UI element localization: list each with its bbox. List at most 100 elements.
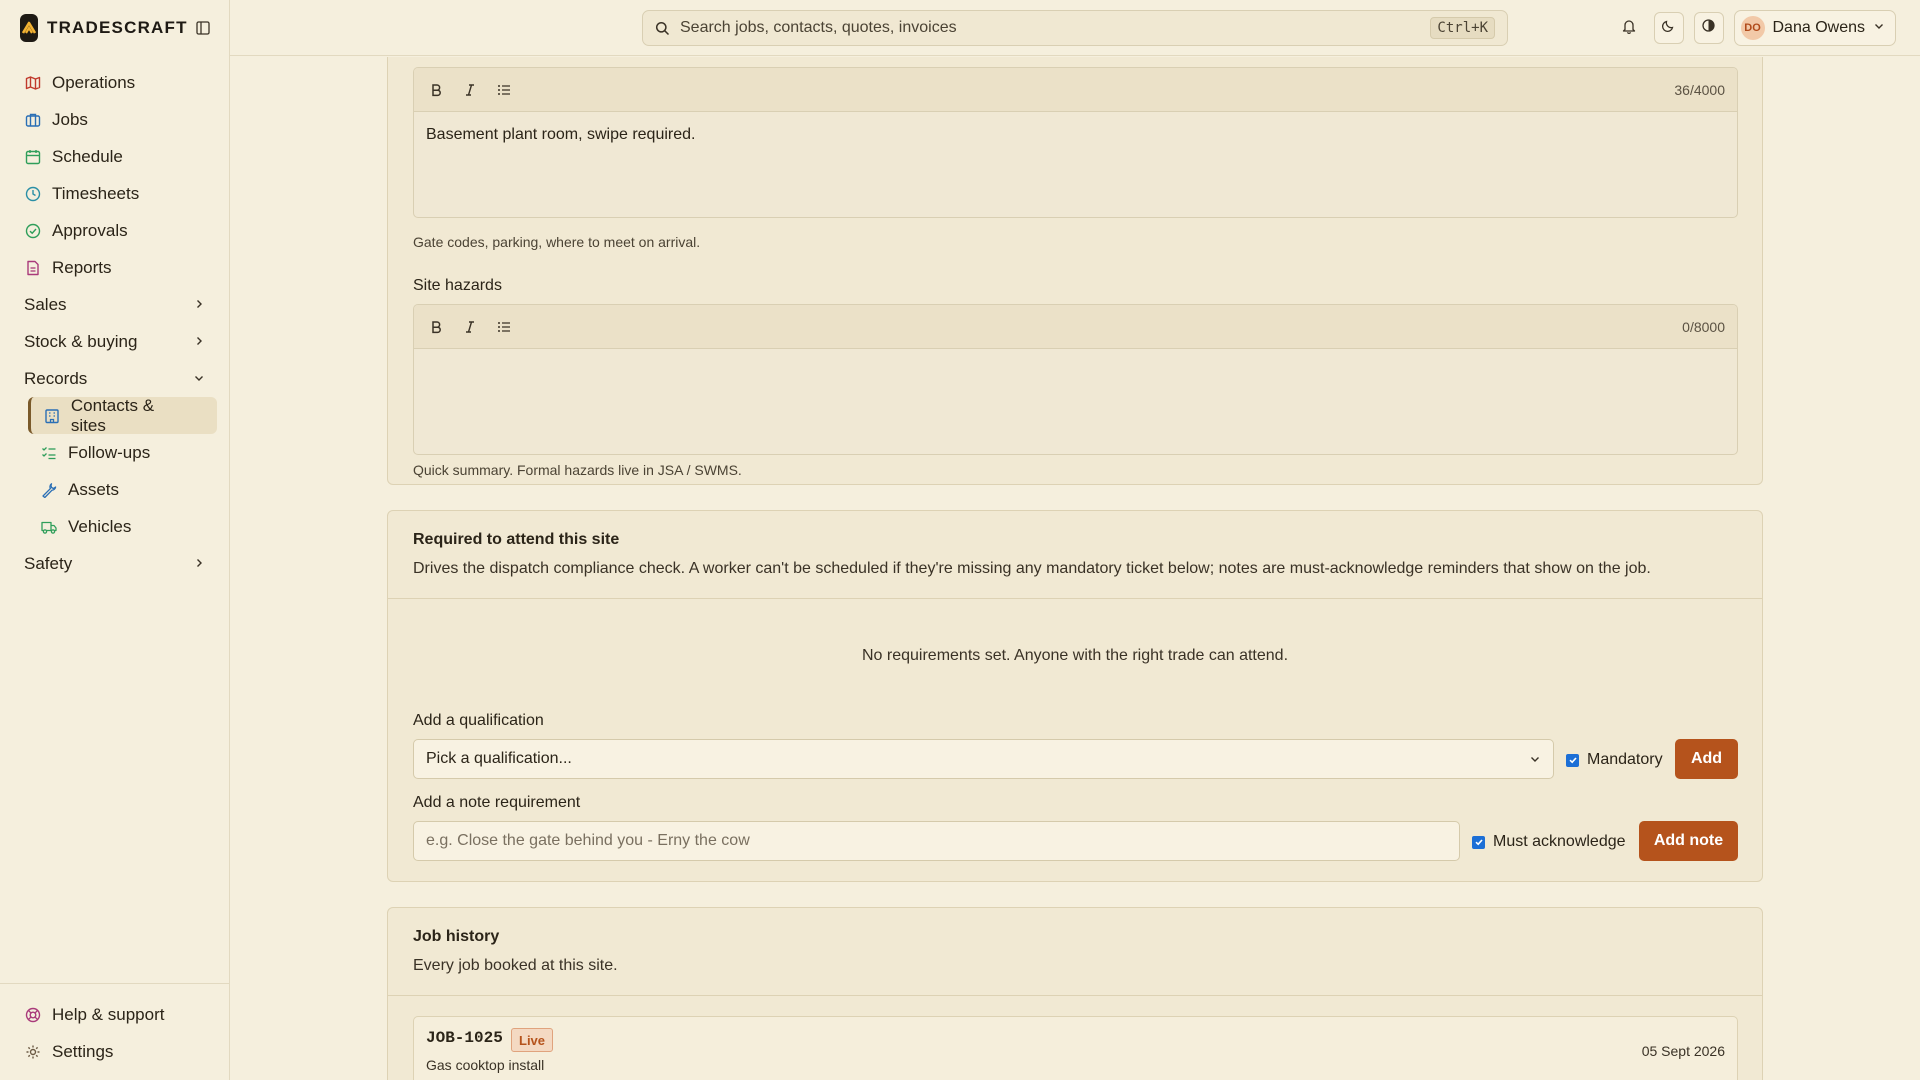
checkbox-checked-icon (1472, 835, 1485, 849)
user-menu-button[interactable]: DO Dana Owens (1733, 10, 1896, 46)
requirements-card: Required to attend this site Drives the … (387, 510, 1763, 882)
brand[interactable]: TRADESCRAFT (0, 0, 229, 56)
sidebar-item-label: Assets (68, 479, 120, 499)
logo-icon (20, 14, 38, 42)
sidebar-item-timesheets[interactable]: Timesheets (0, 175, 229, 212)
site-notes-card: 36/4000 Basement plant room, swipe requi… (387, 57, 1763, 485)
avatar: DO (1740, 16, 1765, 40)
sidebar-item-label: Contacts & sites (70, 395, 155, 435)
add-qualification-label: Add a qualification (413, 712, 544, 729)
site-hazards-editor[interactable]: 0/8000 (413, 304, 1738, 455)
chevron-down-icon (1873, 19, 1885, 37)
sidebar-group-label: Stock & buying (24, 331, 138, 351)
sidebar-group-stock[interactable]: Stock & buying (0, 323, 229, 360)
sidebar-item-settings[interactable]: Settings (0, 1033, 229, 1070)
moon-icon (1661, 18, 1676, 38)
divider (388, 598, 1762, 599)
notifications-button[interactable] (1614, 12, 1644, 44)
chevron-right-icon (193, 554, 205, 574)
contrast-button[interactable] (1693, 12, 1724, 44)
site-hazards-helper: Quick summary. Formal hazards live in JS… (413, 462, 742, 478)
bell-icon (1621, 18, 1637, 39)
bullet-list-icon[interactable] (494, 80, 514, 100)
sidebar-item-label: Vehicles (68, 516, 132, 536)
sidebar-item-assets[interactable]: Assets (28, 471, 217, 508)
theme-toggle-button[interactable] (1653, 12, 1684, 44)
job-history-title: Job history (413, 928, 500, 945)
italic-icon[interactable] (460, 317, 480, 337)
list-check-icon (40, 444, 58, 462)
sidebar-item-label: Approvals (52, 220, 128, 240)
access-notes-text[interactable]: Basement plant room, swipe required. (414, 112, 1737, 216)
qualification-select-value: Pick a qualification... (426, 750, 572, 767)
sidebar-group-safety[interactable]: Safety (0, 545, 229, 582)
sidebar-group-label: Sales (24, 294, 67, 314)
sidebar-collapse-icon[interactable] (196, 20, 210, 36)
chevron-down-icon (193, 369, 205, 389)
sidebar-item-reports[interactable]: Reports (0, 249, 229, 286)
bullet-list-icon[interactable] (494, 317, 514, 337)
sidebar-group-records[interactable]: Records (0, 360, 229, 397)
search-icon (655, 21, 670, 36)
sidebar-item-approvals[interactable]: Approvals (0, 212, 229, 249)
sidebar-item-schedule[interactable]: Schedule (0, 138, 229, 175)
file-icon (24, 259, 42, 277)
mandatory-checkbox[interactable]: Mandatory (1566, 751, 1663, 769)
search-input[interactable]: Search jobs, contacts, quotes, invoices … (642, 10, 1508, 46)
must-acknowledge-label: Must acknowledge (1493, 833, 1626, 850)
bold-icon[interactable] (426, 80, 446, 100)
sidebar-item-vehicles[interactable]: Vehicles (28, 508, 217, 545)
sidebar-footer: Help & support Settings (0, 983, 229, 1080)
records-submenu: Contacts & sites Follow-ups Assets Vehic… (0, 395, 229, 545)
checkbox-checked-icon (1566, 753, 1579, 767)
sidebar-item-help[interactable]: Help & support (0, 996, 229, 1033)
note-requirement-input[interactable]: e.g. Close the gate behind you - Erny th… (413, 821, 1460, 861)
sidebar-item-follow-ups[interactable]: Follow-ups (28, 434, 217, 471)
add-qualification-button[interactable]: Add (1675, 739, 1738, 779)
job-date: 05 Sept 2026 (1641, 1043, 1725, 1059)
editor-toolbar: 36/4000 (414, 68, 1737, 112)
map-icon (24, 74, 42, 92)
bold-icon[interactable] (426, 317, 446, 337)
lifebuoy-icon (24, 1006, 42, 1024)
clock-icon (24, 185, 42, 203)
sidebar-item-label: Settings (52, 1041, 114, 1061)
access-notes-editor[interactable]: 36/4000 Basement plant room, swipe requi… (413, 67, 1738, 218)
sidebar-item-operations[interactable]: Operations (0, 64, 229, 101)
italic-icon[interactable] (460, 80, 480, 100)
qualification-select[interactable]: Pick a qualification... (413, 739, 1554, 779)
chevron-right-icon (193, 295, 205, 315)
site-hazards-text[interactable] (414, 349, 1737, 453)
requirements-description: Drives the dispatch compliance check. A … (413, 560, 1651, 577)
sidebar-item-label: Help & support (52, 1004, 165, 1024)
status-badge: Live (511, 1028, 554, 1052)
sidebar-item-label: Schedule (52, 146, 123, 166)
requirements-empty-state: No requirements set. Anyone with the rig… (861, 647, 1289, 664)
job-id[interactable]: JOB-1025 (426, 1029, 503, 1047)
sidebar-group-label: Safety (24, 553, 73, 573)
job-history-row[interactable]: JOB-1025 Live Gas cooktop install 05 Sep… (413, 1016, 1738, 1080)
site-hazards-label: Site hazards (413, 277, 502, 294)
access-notes-helper: Gate codes, parking, where to meet on ar… (413, 234, 701, 250)
job-history-card: Job history Every job booked at this sit… (387, 907, 1763, 1080)
sidebar-group-label: Records (24, 368, 88, 388)
sidebar-item-jobs[interactable]: Jobs (0, 101, 229, 138)
topbar-actions: DO Dana Owens (1614, 10, 1896, 46)
calendar-icon (24, 148, 42, 166)
char-counter: 36/4000 (1674, 81, 1725, 98)
sidebar-item-label: Reports (52, 257, 112, 277)
add-note-label: Add a note requirement (413, 794, 581, 811)
note-requirement-placeholder: e.g. Close the gate behind you - Erny th… (426, 832, 750, 849)
wrench-icon (40, 481, 58, 499)
sidebar-item-label: Jobs (52, 109, 88, 129)
topbar: Search jobs, contacts, quotes, invoices … (230, 0, 1920, 56)
sidebar: TRADESCRAFT Operations Jobs Schedule Tim… (0, 0, 230, 1080)
sidebar-group-sales[interactable]: Sales (0, 286, 229, 323)
sidebar-item-contacts-sites[interactable]: Contacts & sites (28, 395, 217, 435)
search-shortcut: Ctrl+K (1430, 17, 1495, 39)
must-acknowledge-checkbox[interactable]: Must acknowledge (1472, 833, 1626, 851)
main-nav: Operations Jobs Schedule Timesheets Appr… (0, 56, 229, 582)
truck-icon (40, 518, 58, 536)
add-note-button[interactable]: Add note (1639, 821, 1738, 861)
job-history-description: Every job booked at this site. (413, 957, 618, 974)
